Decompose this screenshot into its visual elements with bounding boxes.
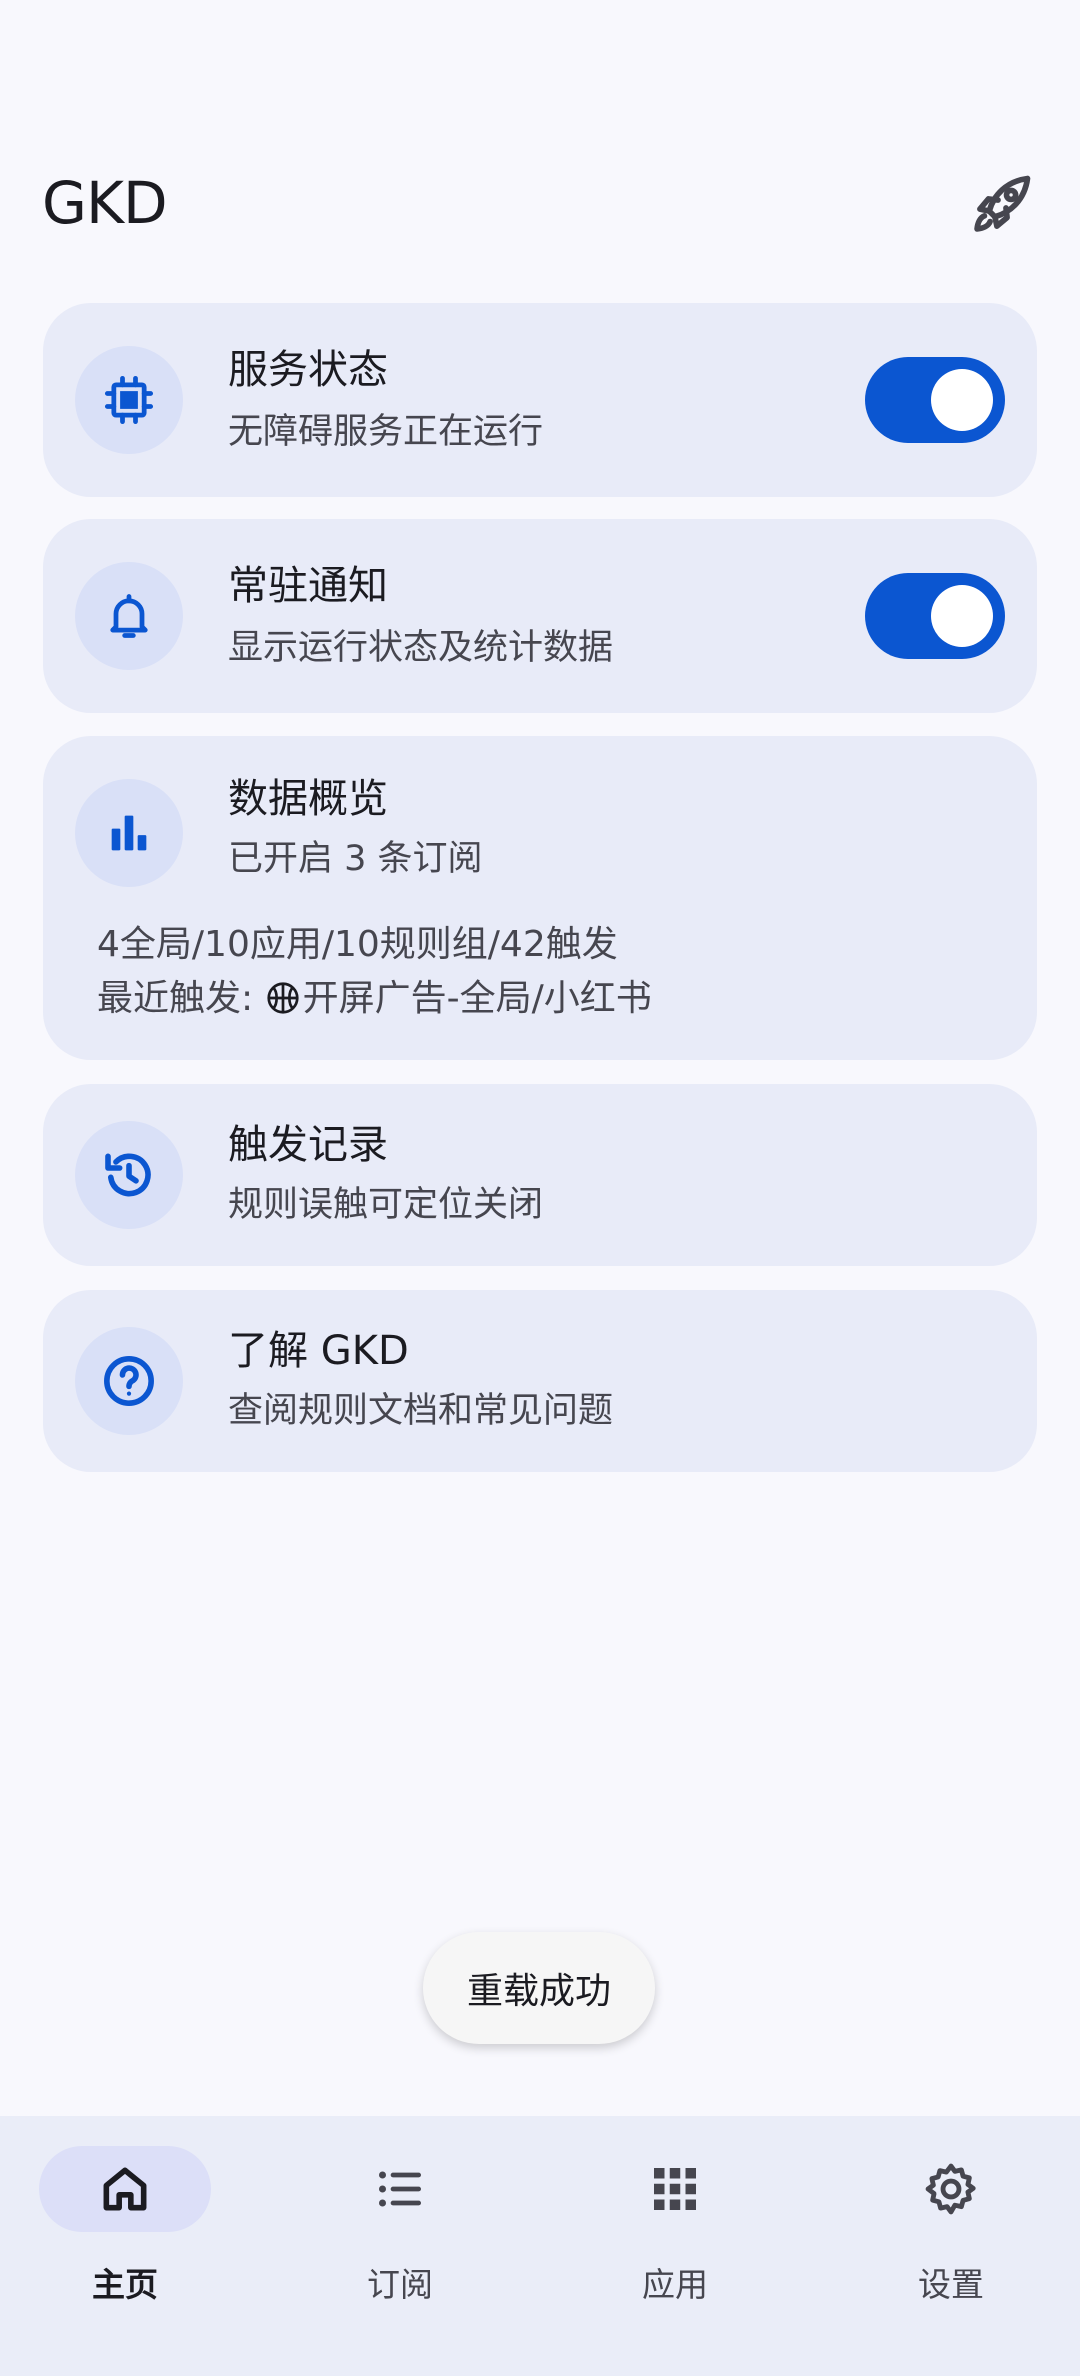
recent-trigger[interactable]: 最近触发: 开屏广告-全局/小红书	[97, 976, 652, 1022]
persistent-notification-card[interactable]: 常驻通知 显示运行状态及统计数据	[43, 519, 1037, 713]
bar-chart-icon	[75, 779, 183, 887]
gear-icon	[925, 2163, 976, 2215]
home-icon	[103, 2167, 147, 2211]
help-circle-icon	[75, 1327, 183, 1435]
recent-trigger-value: 开屏广告-全局/小红书	[302, 978, 652, 1019]
recent-trigger-label: 最近触发:	[97, 978, 265, 1019]
nav-subscriptions[interactable]: 订阅	[275, 2146, 545, 2306]
persistent-notification-toggle[interactable]	[865, 573, 1005, 659]
nav-subscriptions-label: 订阅	[367, 2265, 433, 2304]
service-status-subtitle: 无障碍服务正在运行	[228, 412, 544, 452]
nav-apps-label: 应用	[642, 2265, 708, 2304]
trigger-records-subtitle: 规则误触可定位关闭	[228, 1185, 544, 1225]
top-app-bar: GKD	[0, 0, 1080, 290]
list-icon	[379, 2171, 421, 2207]
persistent-notification-subtitle: 显示运行状态及统计数据	[228, 628, 614, 668]
nav-home-label: 主页	[92, 2265, 158, 2304]
data-overview-title: 数据概览	[228, 776, 388, 822]
nav-subscriptions-indicator	[314, 2146, 486, 2232]
nav-settings[interactable]: 设置	[826, 2146, 1080, 2306]
service-status-toggle[interactable]	[865, 357, 1005, 443]
toggle-knob	[931, 369, 993, 431]
apps-grid-icon	[654, 2168, 696, 2210]
nav-home[interactable]: 主页	[0, 2146, 270, 2306]
about-gkd-title: 了解 GKD	[228, 1328, 409, 1374]
reload-success-toast: 重载成功	[423, 1932, 655, 2044]
history-icon	[75, 1121, 183, 1229]
nav-apps-indicator	[589, 2146, 761, 2232]
about-gkd-subtitle: 查阅规则文档和常见问题	[228, 1391, 614, 1431]
trigger-records-title: 触发记录	[228, 1122, 388, 1168]
trigger-records-card[interactable]: 触发记录 规则误触可定位关闭	[43, 1084, 1037, 1266]
nav-apps[interactable]: 应用	[550, 2146, 820, 2306]
bottom-navigation: 主页 订阅 应用 设置	[0, 2116, 1080, 2376]
rocket-icon[interactable]	[968, 170, 1036, 238]
nav-home-indicator	[39, 2146, 211, 2232]
chip-icon	[75, 346, 183, 454]
data-overview-card[interactable]: 数据概览 已开启 3 条订阅 4全局/10应用/10规则组/42触发 最近触发:…	[43, 736, 1037, 1060]
service-status-title: 服务状态	[228, 347, 388, 393]
basketball-icon	[265, 980, 301, 1016]
app-title: GKD	[42, 169, 168, 237]
data-overview-subtitle: 已开启 3 条订阅	[228, 839, 483, 879]
nav-settings-indicator	[865, 2146, 1037, 2232]
toggle-knob	[931, 585, 993, 647]
rule-stats: 4全局/10应用/10规则组/42触发	[97, 924, 618, 965]
about-gkd-card[interactable]: 了解 GKD 查阅规则文档和常见问题	[43, 1290, 1037, 1472]
nav-settings-label: 设置	[918, 2265, 984, 2304]
bell-icon	[75, 562, 183, 670]
persistent-notification-title: 常驻通知	[228, 563, 388, 609]
service-status-card[interactable]: 服务状态 无障碍服务正在运行	[43, 303, 1037, 497]
